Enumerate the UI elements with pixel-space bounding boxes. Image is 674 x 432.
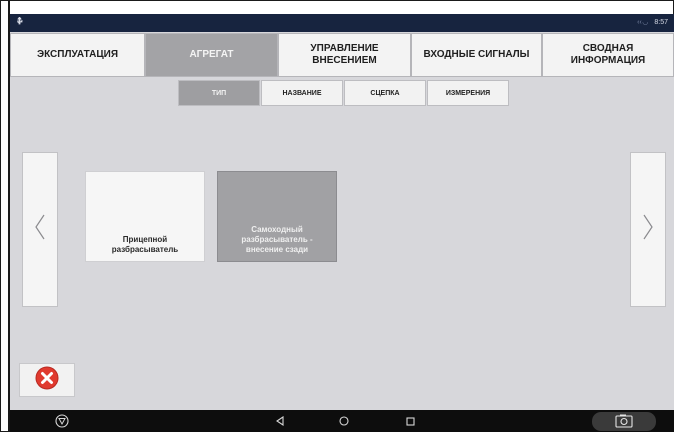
main-tabs: ЭКСПЛУАТАЦИЯ АГРЕГАТ УПРАВЛЕНИЕ ВНЕСЕНИЕ… (10, 33, 674, 77)
tab-label: АГРЕГАТ (189, 49, 234, 60)
subtab-label: СЦЕПКА (370, 89, 400, 97)
subtab-label: НАЗВАНИЕ (282, 89, 322, 97)
subtab-measurements[interactable]: ИЗМЕРЕНИЯ (427, 80, 509, 106)
recent-apps-icon[interactable] (403, 410, 417, 432)
device-screen: ‹‹ ◡ 8:57 ЭКСПЛУАТАЦИЯ АГРЕГАТ УПРАВЛЕНИ… (10, 14, 674, 432)
home-icon[interactable] (337, 410, 351, 432)
subtab-label: ТИП (211, 89, 227, 97)
option-label: Самоходный разбрасыватель - внесение сза… (241, 225, 313, 254)
next-button[interactable] (630, 152, 666, 307)
camera-icon[interactable] (592, 410, 656, 432)
subtab-name[interactable]: НАЗВАНИЕ (261, 80, 343, 106)
tab-application-control[interactable]: УПРАВЛЕНИЕ ВНЕСЕНИЕМ (278, 33, 411, 77)
option-self-propelled-spreader[interactable]: Самоходный разбрасыватель - внесение сза… (217, 171, 337, 262)
tab-summary[interactable]: СВОДНАЯ ИНФОРМАЦИЯ (542, 33, 674, 77)
clock: 8:57 (654, 19, 668, 26)
chevron-right-icon (642, 214, 654, 245)
android-nav-bar (10, 410, 674, 432)
subtab-label: ИЗМЕРЕНИЯ (445, 89, 491, 97)
tab-label: ВХОДНЫЕ СИГНАЛЫ (423, 49, 530, 60)
tab-unit[interactable]: АГРЕГАТ (145, 33, 278, 77)
close-red-icon (35, 366, 59, 395)
usb-icon (16, 16, 23, 30)
logo-icon[interactable] (52, 410, 72, 432)
tab-label: УПРАВЛЕНИЕ ВНЕСЕНИЕМ (310, 43, 379, 66)
prev-button[interactable] (22, 152, 58, 307)
chevron-left-icon (34, 214, 46, 245)
subtab-hitch[interactable]: СЦЕПКА (344, 80, 426, 106)
tab-label: ЭКСПЛУАТАЦИЯ (36, 49, 119, 60)
close-button[interactable] (19, 363, 75, 397)
back-icon[interactable] (273, 410, 287, 432)
tab-label: СВОДНАЯ ИНФОРМАЦИЯ (570, 43, 646, 66)
status-right: ‹‹ ◡ 8:57 (637, 18, 668, 28)
tab-operation[interactable]: ЭКСПЛУАТАЦИЯ (10, 33, 145, 77)
option-trailed-spreader[interactable]: Прицепной разбрасыватель (85, 171, 205, 262)
option-label: Прицепной разбрасыватель (111, 235, 179, 254)
tab-input-signals[interactable]: ВХОДНЫЕ СИГНАЛЫ (411, 33, 542, 77)
subtab-type[interactable]: ТИП (178, 80, 260, 106)
status-bar: ‹‹ ◡ 8:57 (10, 14, 674, 32)
signal-icon: ‹‹ ◡ (637, 19, 649, 26)
